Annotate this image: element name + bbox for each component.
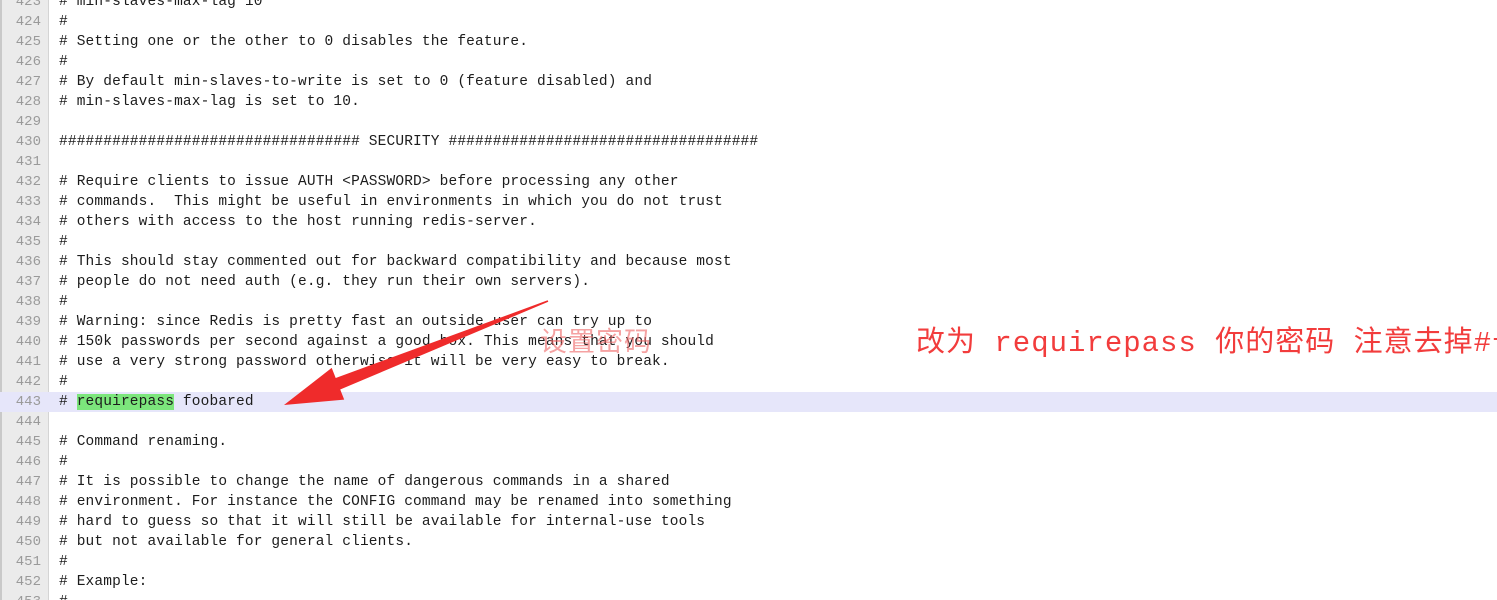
code-line[interactable]: 433 # commands. This might be useful in e…: [0, 192, 1497, 212]
line-text: # Setting one or the other to 0 disables…: [59, 34, 529, 50]
line-number: 437: [15, 274, 41, 290]
code-lines[interactable]: 423 # min-slaves-max-lag 10 424 #425 # Setti…: [0, 0, 1497, 600]
line-text: # Command renaming.: [59, 434, 228, 450]
code-line[interactable]: 430 ################################## SE…: [0, 132, 1497, 152]
code-line[interactable]: 426 #: [0, 52, 1497, 72]
line-text: #: [59, 374, 68, 390]
line-text: # By default min-slaves-to-write is set …: [59, 74, 653, 90]
line-number: 438: [15, 294, 41, 310]
code-line[interactable]: 450 # but not available for general clien…: [0, 532, 1497, 552]
code-line[interactable]: 435 #: [0, 232, 1497, 252]
line-number: 446: [15, 454, 41, 470]
line-text: # Require clients to issue AUTH <PASSWOR…: [59, 174, 679, 190]
line-number: 451: [15, 554, 41, 570]
line-text: # environment. For instance the CONFIG c…: [59, 494, 732, 510]
line-text: # This should stay commented out for bac…: [59, 254, 732, 270]
line-number: 434: [15, 214, 41, 230]
code-line[interactable]: 428 # min-slaves-max-lag is set to 10.: [0, 92, 1497, 112]
code-line[interactable]: 440 # 150k passwords per second against a…: [0, 332, 1497, 352]
code-line[interactable]: 453 #: [0, 592, 1497, 600]
line-text-segment: #: [59, 394, 77, 410]
line-number: 439: [15, 314, 41, 330]
line-text: ################################## SECUR…: [59, 134, 759, 150]
line-number: 444: [15, 414, 41, 430]
line-number: 428: [15, 94, 41, 110]
code-line[interactable]: 429: [0, 112, 1497, 132]
code-line[interactable]: 436 # This should stay commented out for …: [0, 252, 1497, 272]
code-line[interactable]: 427 # By default min-slaves-to-write is s…: [0, 72, 1497, 92]
line-text: # others with access to the host running…: [59, 214, 537, 230]
code-line[interactable]: 439 # Warning: since Redis is pretty fast…: [0, 312, 1497, 332]
line-text: # Warning: since Redis is pretty fast an…: [59, 314, 653, 330]
line-number: 429: [15, 114, 41, 130]
line-text-segment: foobared: [174, 394, 254, 410]
line-text: # commands. This might be useful in envi…: [59, 194, 723, 210]
code-line[interactable]: 431: [0, 152, 1497, 172]
line-number: 423: [15, 0, 41, 10]
line-number: 424: [15, 14, 41, 30]
line-number: 443: [15, 394, 41, 410]
code-line[interactable]: 448 # environment. For instance the CONFI…: [0, 492, 1497, 512]
line-text: #: [59, 14, 68, 30]
code-line[interactable]: 434 # others with access to the host runn…: [0, 212, 1497, 232]
code-line[interactable]: 446 #: [0, 452, 1497, 472]
code-line[interactable]: 447 # It is possible to change the name o…: [0, 472, 1497, 492]
code-line[interactable]: 449 # hard to guess so that it will still…: [0, 512, 1497, 532]
line-text: # 150k passwords per second against a go…: [59, 334, 715, 350]
line-number: 442: [15, 374, 41, 390]
code-line[interactable]: 424 #: [0, 12, 1497, 32]
line-number: 426: [15, 54, 41, 70]
line-text: #: [59, 554, 68, 570]
code-line[interactable]: 438 #: [0, 292, 1497, 312]
line-text: # min-slaves-max-lag is set to 10.: [59, 94, 360, 110]
line-number: 431: [15, 154, 41, 170]
line-number: 425: [15, 34, 41, 50]
code-line[interactable]: 441 # use a very strong password otherwis…: [0, 352, 1497, 372]
line-number: 452: [15, 574, 41, 590]
line-text: # It is possible to change the name of d…: [59, 474, 670, 490]
code-line[interactable]: 451 #: [0, 552, 1497, 572]
search-match-highlight: requirepass: [76, 394, 175, 410]
code-line[interactable]: 425 # Setting one or the other to 0 disab…: [0, 32, 1497, 52]
line-text: # but not available for general clients.: [59, 534, 414, 550]
line-number: 448: [15, 494, 41, 510]
line-text: #: [59, 592, 68, 600]
line-number: 430: [15, 134, 41, 150]
code-line[interactable]: 437 # people do not need auth (e.g. they …: [0, 272, 1497, 292]
code-viewer[interactable]: 423 # min-slaves-max-lag 10 424 #425 # Setti…: [0, 0, 1497, 600]
line-number: 447: [15, 474, 41, 490]
line-text: # hard to guess so that it will still be…: [59, 514, 706, 530]
line-text: #: [59, 54, 68, 70]
line-number: 450: [15, 534, 41, 550]
line-text: # use a very strong password otherwise i…: [59, 354, 670, 370]
line-number: 453: [0, 592, 41, 600]
code-line[interactable]: 423 # min-slaves-max-lag 10: [0, 0, 1497, 12]
line-text: # people do not need auth (e.g. they run…: [59, 274, 591, 290]
line-number: 441: [15, 354, 41, 370]
line-text: # min-slaves-max-lag 10: [59, 0, 263, 10]
line-text: #: [59, 294, 68, 310]
line-text: # requirepass foobared: [59, 392, 254, 412]
line-number: 436: [15, 254, 41, 270]
line-number: 440: [15, 334, 41, 350]
screenshot-root: 423 # min-slaves-max-lag 10 424 #425 # Setti…: [0, 0, 1497, 600]
line-number: 427: [15, 74, 41, 90]
code-line[interactable]: 445 # Command renaming.: [0, 432, 1497, 452]
line-number: 433: [15, 194, 41, 210]
code-line[interactable]: 443 # requirepass foobared: [0, 392, 1497, 412]
code-line[interactable]: 452 # Example:: [0, 572, 1497, 592]
code-line[interactable]: 444: [0, 412, 1497, 432]
line-number: 435: [15, 234, 41, 250]
line-text: #: [59, 234, 68, 250]
line-text: #: [59, 454, 68, 470]
code-line[interactable]: 442 #: [0, 372, 1497, 392]
code-line[interactable]: 432 # Require clients to issue AUTH <PASS…: [0, 172, 1497, 192]
line-number: 449: [15, 514, 41, 530]
line-number: 445: [15, 434, 41, 450]
line-number: 432: [15, 174, 41, 190]
line-text: # Example:: [59, 574, 148, 590]
